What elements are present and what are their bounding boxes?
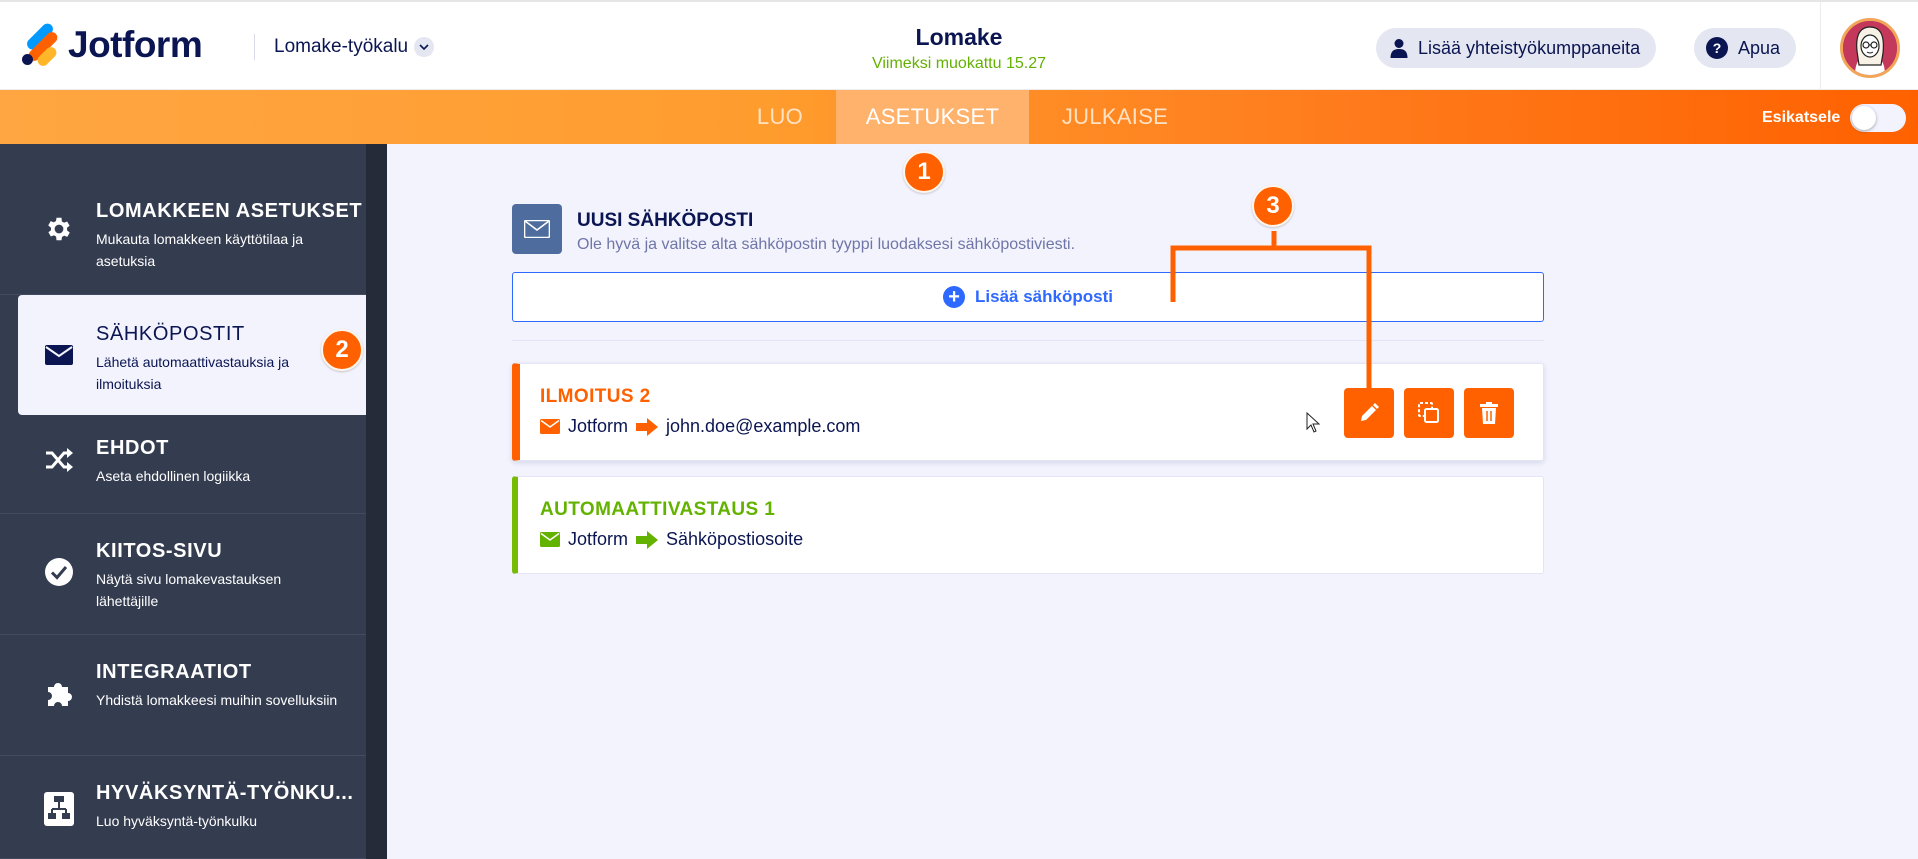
arrow-right-icon	[636, 530, 659, 549]
top-header: Jotform Lomake-työkalu Lomake Viimeksi m…	[0, 0, 1918, 92]
sidebar-item-desc: Yhdistä lomakkeesi muihin sovelluksiin	[96, 692, 338, 708]
builder-navbar: LUO ASETUKSET JULKAISE Esikatsele	[0, 90, 1918, 144]
tab-settings[interactable]: ASETUKSET	[836, 90, 1029, 144]
envelope-icon	[540, 419, 560, 434]
help-label: Apua	[1738, 37, 1781, 58]
email-recipient: Sähköpostiosoite	[666, 529, 804, 549]
help-button[interactable]: ? Apua	[1694, 28, 1797, 68]
avatar[interactable]	[1840, 18, 1900, 78]
sidebar-item-desc: Luo hyväksyntä-työnkulku	[96, 813, 258, 829]
workflow-icon	[44, 792, 74, 826]
copy-icon	[1418, 402, 1439, 423]
sidebar-item-desc: Näytä sivu lomakevastauksen lähettäjille	[96, 571, 282, 609]
question-icon: ?	[1706, 37, 1728, 59]
sidebar-item-form-settings[interactable]: LOMAKKEEN ASETUKSET Mukauta lomakkeen kä…	[0, 144, 366, 295]
sidebar-item-conditions[interactable]: EHDOT Aseta ehdollinen logiikka	[0, 415, 366, 514]
sidebar-item-title: KIITOS-SIVU	[96, 540, 223, 562]
email-card-notification[interactable]: ILMOITUS 2 Jotform john.doe@example.com	[512, 363, 1544, 461]
add-collaborators-button[interactable]: Lisää yhteistyökumppaneita	[1376, 28, 1657, 68]
sidebar-item-integrations[interactable]: INTEGRAATIOT Yhdistä lomakkeesi muihin s…	[0, 635, 366, 756]
pencil-icon	[1361, 403, 1379, 421]
header-divider	[1820, 2, 1821, 92]
email-route: Jotform Sähköpostiosoite	[540, 529, 803, 550]
sidebar-item-desc: Lähetä automaattivastauksia ja ilmoituks…	[96, 354, 290, 392]
new-email-icon	[512, 204, 562, 254]
check-circle-icon	[44, 557, 74, 587]
envelope-icon	[540, 532, 560, 547]
sidebar-item-approval-flow[interactable]: HYVÄKSYNTÄ-TYÖNKU... Luo hyväksyntä-työn…	[0, 756, 366, 859]
sidebar-item-title: INTEGRAATIOT	[96, 661, 252, 683]
envelope-icon	[44, 340, 74, 370]
trash-icon	[1480, 402, 1498, 424]
email-sender: Jotform	[568, 416, 629, 436]
step-badge-3: 3	[1252, 185, 1294, 227]
email-route: Jotform john.doe@example.com	[540, 416, 860, 437]
email-card-title: AUTOMAATTIVASTAUS 1	[540, 499, 776, 520]
tab-build[interactable]: LUO	[740, 90, 820, 144]
gear-icon	[44, 214, 74, 244]
plus-circle-icon: +	[943, 286, 966, 308]
arrow-right-icon	[636, 417, 659, 436]
edit-email-button[interactable]	[1344, 388, 1394, 438]
puzzle-icon	[44, 678, 74, 708]
email-card-title: ILMOITUS 2	[540, 386, 651, 407]
sidebar-item-title: EHDOT	[96, 437, 169, 459]
step-badge-2: 2	[321, 329, 363, 371]
new-email-description: Ole hyvä ja valitse alta sähköpostin tyy…	[577, 236, 1076, 253]
divider	[512, 340, 1544, 341]
preview-toggle[interactable]	[1850, 104, 1907, 132]
sidebar-item-emails[interactable]: SÄHKÖPOSTIT Lähetä automaattivastauksia …	[18, 295, 366, 415]
email-sender: Jotform	[568, 529, 629, 549]
sidebar-item-title: LOMAKKEEN ASETUKSET	[96, 200, 363, 222]
clone-email-button[interactable]	[1404, 388, 1454, 438]
sidebar-item-title: HYVÄKSYNTÄ-TYÖNKU...	[96, 782, 354, 804]
mouse-cursor-icon	[1306, 412, 1320, 433]
add-email-button[interactable]: + Lisää sähköposti	[512, 272, 1544, 322]
sidebar-item-title: SÄHKÖPOSTIT	[96, 323, 245, 345]
new-email-title: UUSI SÄHKÖPOSTI	[577, 210, 754, 231]
shuffle-icon	[44, 445, 74, 475]
step-badge-1: 1	[903, 151, 945, 193]
sidebar-item-desc: Mukauta lomakkeen käyttötilaa ja asetuks…	[96, 231, 303, 269]
sidebar-item-desc: Aseta ehdollinen logiikka	[96, 468, 251, 484]
delete-email-button[interactable]	[1464, 388, 1514, 438]
tab-publish[interactable]: JULKAISE	[1030, 90, 1200, 144]
preview-label: Esikatsele	[1762, 109, 1841, 126]
user-icon	[1390, 39, 1408, 58]
settings-sidebar: LOMAKKEEN ASETUKSET Mukauta lomakkeen kä…	[0, 144, 387, 859]
add-email-label: Lisää sähköposti	[975, 287, 1113, 306]
email-card-autoresponder[interactable]: AUTOMAATTIVASTAUS 1 Jotform Sähköpostios…	[512, 476, 1544, 574]
preview-toggle-knob	[1852, 106, 1877, 130]
preview-toggle-group: Esikatsele	[1762, 104, 1907, 132]
add-collaborators-label: Lisää yhteistyökumppaneita	[1418, 37, 1641, 58]
email-recipient: john.doe@example.com	[666, 416, 861, 436]
avatar-illustration-icon	[1843, 21, 1897, 75]
sidebar-item-thank-you-page[interactable]: KIITOS-SIVU Näytä sivu lomakevastauksen …	[0, 514, 366, 635]
